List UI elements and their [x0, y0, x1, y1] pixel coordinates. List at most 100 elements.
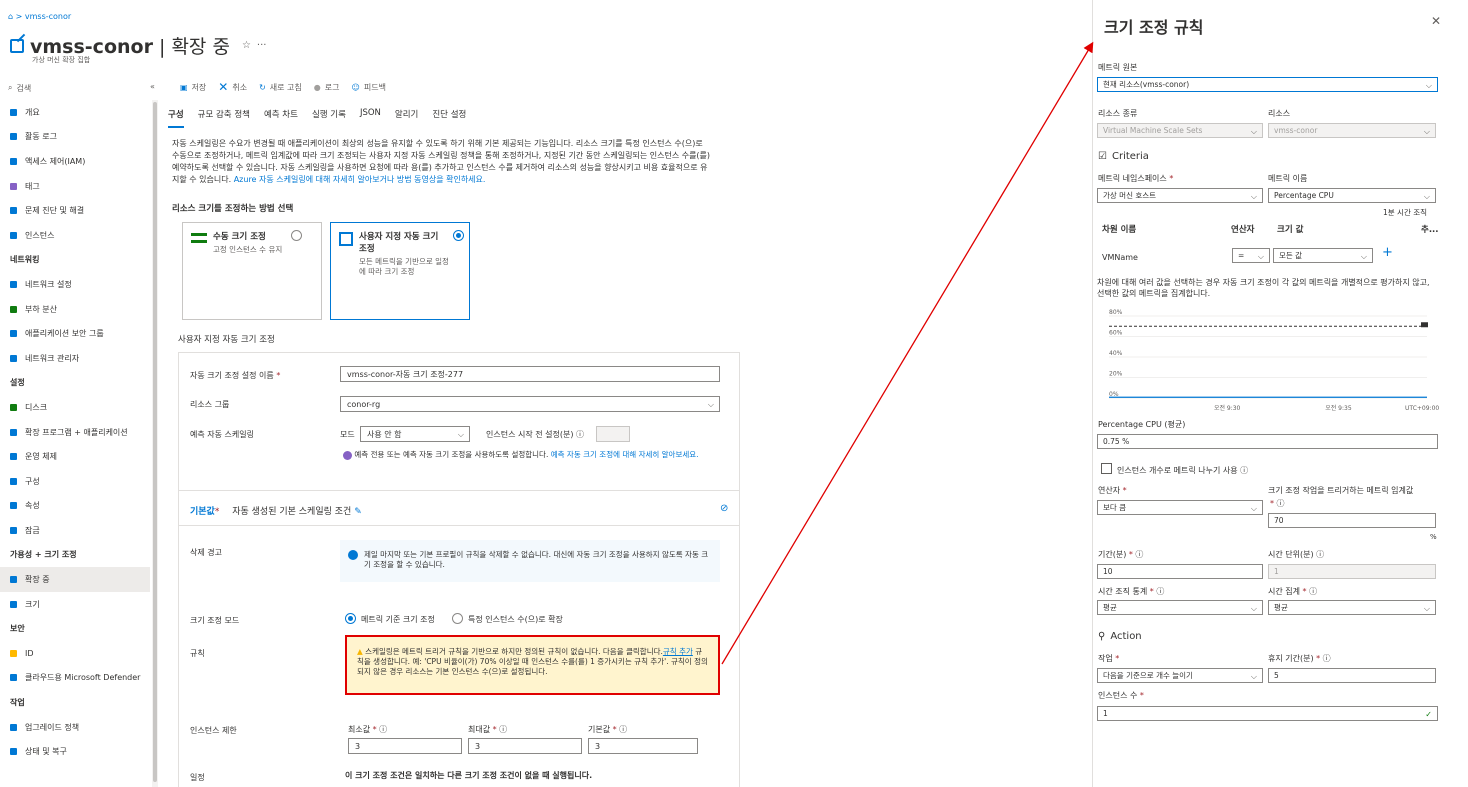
dim-operator-select[interactable]: = ⌵ — [1232, 248, 1270, 263]
divide-checkbox[interactable] — [1101, 463, 1112, 474]
operator-col: 연산자 — [1231, 225, 1255, 235]
sidebar-item[interactable]: 업그레이드 정책 — [0, 715, 150, 740]
sidebar-item[interactable]: 애플리케이션 보안 그룹 — [0, 321, 150, 346]
sidebar-item-label: 크기 — [25, 599, 40, 609]
sidebar-item[interactable]: 문제 진단 및 해결 — [0, 198, 150, 223]
sidebar-item[interactable]: 활동 로그 — [0, 125, 150, 150]
sidebar-item-label: 클라우드용 Microsoft Defender — [25, 673, 141, 683]
cancel-button[interactable]: ✕ 취소 — [218, 80, 247, 94]
search-placeholder: 검색 — [16, 83, 32, 93]
add-rule-link[interactable]: 규칙 추가 — [663, 647, 693, 656]
manual-scale-sub: 고정 인스턴스 수 유지 — [213, 245, 283, 254]
disable-icon[interactable]: ⊘ — [720, 503, 728, 514]
mode-label: 모드 — [340, 430, 355, 439]
sidebar-item[interactable]: 잠금 — [0, 518, 150, 543]
manual-scale-card[interactable]: 수동 크기 조정 고정 인스턴스 수 유지 — [182, 222, 322, 320]
sidebar-item-icon — [10, 305, 17, 313]
sidebar-item[interactable]: 확장 프로그램 + 애플리케이션 — [0, 420, 150, 445]
custom-scale-radio[interactable] — [453, 230, 464, 241]
setting-name-input[interactable]: vmss-conor-자동 크기 조정-277 — [340, 366, 720, 382]
def-input[interactable]: 3 — [588, 738, 698, 754]
sidebar-item[interactable]: 액세스 제어(IAM) — [0, 149, 150, 174]
mode-select[interactable]: 사용 안 함 ⌵ — [360, 426, 470, 442]
op2-label: 작업 * — [1098, 654, 1120, 663]
description-link[interactable]: Azure 자동 스케일링에 대해 자세히 알아보거나 방법 동영상을 확인하세… — [234, 175, 486, 184]
breadcrumb-item[interactable]: vmss-conor — [25, 12, 71, 21]
search-input[interactable]: ⌕ 검색 — [8, 80, 148, 96]
custom-scale-card[interactable]: 사용자 지정 자동 크기 조정 모든 메트릭을 기반으로 일정에 따라 크기 조… — [330, 222, 470, 320]
op2-select[interactable]: 다음을 기준으로 개수 늘이기 ⌵ — [1097, 668, 1263, 683]
refresh-button[interactable]: ↻ 새로 고침 — [259, 80, 302, 94]
tab[interactable]: 실행 기록 — [312, 108, 346, 128]
delete-warn-label: 삭제 경고 — [190, 548, 222, 557]
warmup-input[interactable] — [596, 426, 630, 442]
manual-scale-radio[interactable] — [291, 230, 302, 241]
namespace-select[interactable]: 가상 머신 호스트 ⌵ — [1097, 188, 1263, 203]
metric-name-label: 메트릭 이름 — [1268, 174, 1308, 183]
sidebar-item[interactable]: 운영 체제 — [0, 444, 150, 469]
sidebar-item[interactable]: 클라우드용 Microsoft Defender — [0, 666, 150, 691]
favorite-star-icon[interactable]: ☆ — [242, 40, 251, 51]
sidebar-scrollbar[interactable] — [152, 100, 158, 787]
op-select[interactable]: 보다 큼 ⌵ — [1097, 500, 1263, 515]
custom-scale-title: 사용자 지정 자동 크기 조정 — [359, 232, 439, 254]
max-label: 최대값 * ⓘ — [468, 725, 508, 734]
logs-button[interactable]: ● 로그 — [314, 80, 340, 94]
custom-scale-icon — [339, 232, 353, 246]
chevron-down-icon: ⌵ — [1425, 81, 1432, 90]
duration-input[interactable]: 10 — [1097, 564, 1263, 579]
grain-input: 1 — [1268, 564, 1436, 579]
add-dimension-icon[interactable]: + — [1382, 245, 1393, 260]
sidebar-item[interactable]: 크기 — [0, 592, 150, 617]
tab[interactable]: 알리기 — [395, 108, 418, 128]
metric-source-select[interactable]: 현재 리소스(vmss-conor) ⌵ — [1097, 77, 1438, 92]
sidebar-item-label: 네트워크 설정 — [25, 279, 72, 289]
sidebar-item-icon — [10, 428, 17, 436]
sidebar-item[interactable]: 개요 — [0, 100, 150, 125]
scale-mode-metric-radio[interactable] — [345, 613, 356, 624]
sidebar: 개요 활동 로그 액세스 제어(IAM) 태그 문제 진단 및 해결 인스턴스 네트워킹 네트… — [0, 100, 150, 764]
sidebar-item-icon — [10, 748, 17, 756]
sidebar-item[interactable]: ID — [0, 641, 150, 666]
tab[interactable]: 예측 차트 — [264, 108, 298, 128]
threshold-input[interactable]: 70 — [1268, 513, 1436, 528]
sidebar-item[interactable]: 디스크 — [0, 395, 150, 420]
collapse-icon[interactable]: « — [150, 82, 155, 91]
sidebar-item[interactable]: 네트워크 관리자 — [0, 346, 150, 371]
sidebar-item-label: 잠금 — [25, 525, 40, 535]
sidebar-item[interactable]: 네트워크 설정 — [0, 272, 150, 297]
agg-select[interactable]: 평균 ⌵ — [1268, 600, 1436, 615]
scale-mode-count-radio[interactable] — [452, 613, 463, 624]
cool-input[interactable]: 5 — [1268, 668, 1436, 683]
dim-values-select[interactable]: 모든 값 ⌵ — [1273, 248, 1373, 263]
tab[interactable]: 진단 설정 — [432, 108, 466, 128]
sidebar-item[interactable]: 확장 중 — [0, 567, 150, 592]
more-icon[interactable]: ··· — [257, 40, 267, 51]
resource-type-label: 리소스 종류 — [1098, 109, 1138, 118]
min-input[interactable]: 3 — [348, 738, 462, 754]
sidebar-item-label: 확장 프로그램 + 애플리케이션 — [25, 427, 128, 437]
chart-y-tick: 60% — [1109, 330, 1123, 337]
count-input[interactable]: 1 ✓ — [1097, 706, 1438, 721]
rg-select[interactable]: conor-rg ⌵ — [340, 396, 720, 412]
feedback-button[interactable]: ☺ 피드백 — [352, 80, 386, 94]
sidebar-item[interactable]: 부하 분산 — [0, 297, 150, 322]
save-button[interactable]: ▣ 저장 — [180, 80, 206, 94]
sidebar-item[interactable]: 구성 — [0, 469, 150, 494]
sidebar-item[interactable]: 인스턴스 — [0, 223, 150, 248]
sidebar-item[interactable]: 상태 및 복구 — [0, 739, 150, 764]
predictive-link[interactable]: 예측 자동 크기 조정에 대해 자세히 알아보세요. — [551, 450, 699, 459]
tab[interactable]: 규모 감축 정책 — [198, 108, 250, 128]
cancel-icon: ✕ — [218, 80, 229, 94]
metric-name-select[interactable]: Percentage CPU ⌵ — [1268, 188, 1436, 203]
tab[interactable]: 구성 — [168, 108, 184, 128]
max-input[interactable]: 3 — [468, 738, 582, 754]
close-icon[interactable]: ✕ — [1431, 14, 1441, 28]
sidebar-item[interactable]: 속성 — [0, 494, 150, 519]
edit-icon[interactable]: ✎ — [354, 507, 362, 517]
home-icon[interactable]: ⌂ — [8, 12, 13, 21]
grain-stat-select[interactable]: 평균 ⌵ — [1097, 600, 1263, 615]
sidebar-item-icon — [10, 723, 17, 731]
tab[interactable]: JSON — [360, 108, 381, 128]
sidebar-item[interactable]: 태그 — [0, 174, 150, 199]
